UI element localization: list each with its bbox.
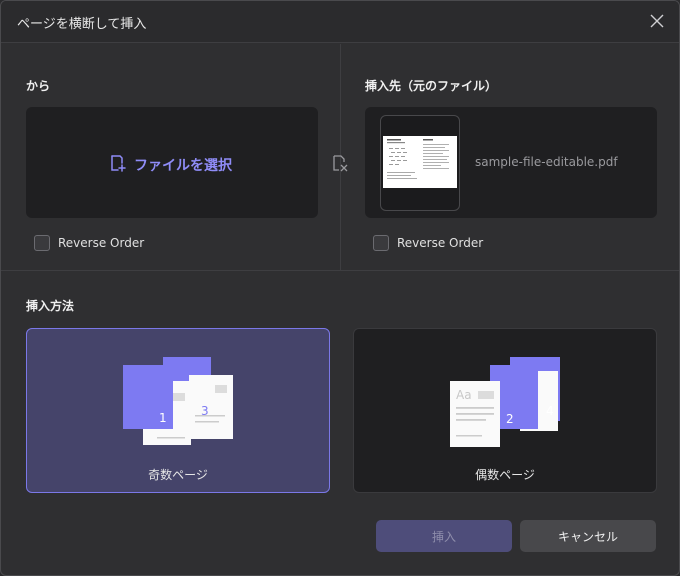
even-pages-illustration: Aa 2 4 xyxy=(450,355,562,449)
target-file-area: sample-file-editable.pdf xyxy=(365,107,657,218)
method-section-label: 挿入方法 xyxy=(26,299,75,313)
close-icon[interactable] xyxy=(647,11,667,31)
to-reverse-order-box[interactable] xyxy=(373,235,389,251)
odd-pages-label: 奇数ページ xyxy=(148,468,208,482)
cancel-button[interactable]: キャンセル xyxy=(520,520,656,552)
to-reverse-order-label: Reverse Order xyxy=(397,236,484,250)
odd-pages-option[interactable]: 1 3 奇数ページ xyxy=(26,328,330,493)
even-page-number-4: 4 xyxy=(546,404,554,418)
add-file-icon xyxy=(108,153,128,177)
from-section-label: から xyxy=(26,79,51,93)
odd-page-number-3: 3 xyxy=(201,404,209,418)
odd-pages-illustration: 1 3 xyxy=(123,355,235,449)
from-reverse-order-box[interactable] xyxy=(34,235,50,251)
dialog-title: ページを横断して挿入 xyxy=(17,17,147,32)
file-thumbnail xyxy=(380,115,460,211)
from-reverse-order-checkbox[interactable]: Reverse Order xyxy=(34,235,144,251)
target-file-name: sample-file-editable.pdf xyxy=(475,155,618,169)
even-page-number-2: 2 xyxy=(506,412,514,426)
sample-text: Aa xyxy=(456,388,472,402)
insert-pages-dialog: ページを横断して挿入 から ファイルを選択 Reverse Order 挿入先（… xyxy=(0,0,680,576)
odd-page-number-1: 1 xyxy=(159,411,167,425)
from-reverse-order-label: Reverse Order xyxy=(58,236,145,250)
insert-button[interactable]: 挿入 xyxy=(376,520,512,552)
thumbnail-page xyxy=(383,136,457,188)
title-bar: ページを横断して挿入 xyxy=(1,1,679,43)
even-pages-label: 偶数ページ xyxy=(475,468,535,482)
select-file-area[interactable]: ファイルを選択 xyxy=(26,107,318,218)
select-file-label: ファイルを選択 xyxy=(134,158,232,174)
swap-icon[interactable] xyxy=(331,153,349,173)
to-section-label: 挿入先（元のファイル） xyxy=(365,79,498,93)
to-reverse-order-checkbox[interactable]: Reverse Order xyxy=(373,235,483,251)
horizontal-divider xyxy=(1,270,679,271)
select-file-button[interactable]: ファイルを選択 xyxy=(108,153,232,177)
even-pages-option[interactable]: Aa 2 4 偶数ページ xyxy=(353,328,657,493)
